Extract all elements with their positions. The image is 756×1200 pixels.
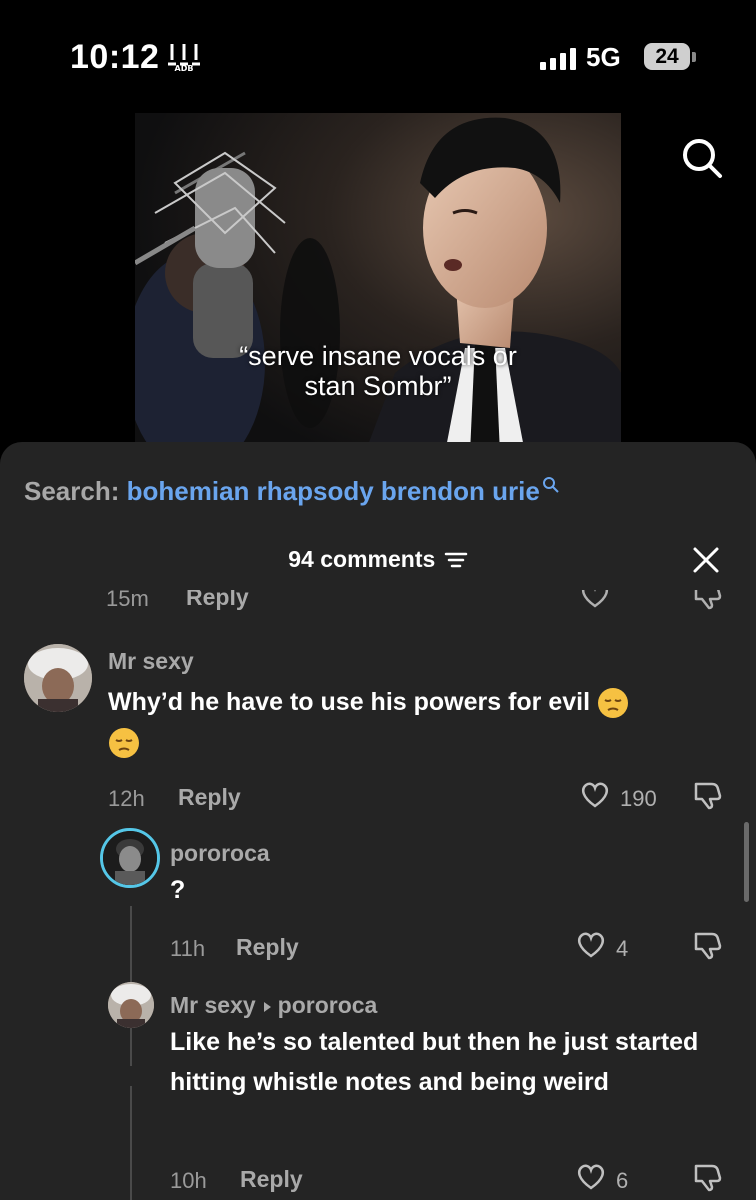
- search-icon[interactable]: [680, 136, 724, 180]
- reply-button[interactable]: Reply: [178, 784, 241, 811]
- video-player[interactable]: “serve insane vocals or stan Sombr”: [135, 113, 621, 453]
- reply-button[interactable]: Reply: [240, 1166, 303, 1193]
- search-small-icon: [542, 477, 559, 493]
- status-time: 10:12: [70, 38, 160, 76]
- reply-username-line: Mr sexy pororoca: [170, 992, 377, 1019]
- battery-tip: [692, 52, 696, 62]
- comment-time: 12h: [108, 786, 145, 811]
- comment-username[interactable]: pororoca: [170, 840, 270, 867]
- comment-time: 11h: [170, 936, 206, 961]
- caption-line-2: stan Sombr”: [304, 371, 452, 401]
- pensive-face-emoji: [109, 728, 139, 759]
- thumbs-down-icon[interactable]: [690, 590, 724, 610]
- search-label: Search:: [24, 476, 120, 506]
- scrollbar[interactable]: [744, 822, 749, 902]
- close-icon[interactable]: [692, 546, 720, 574]
- partial-reply-button[interactable]: Reply: [186, 590, 249, 611]
- comments-list[interactable]: 15m Reply Mr sexy Why’d he have to use h…: [0, 590, 756, 1200]
- comment-username[interactable]: Mr sexy: [108, 648, 194, 675]
- comments-header: 94 comments: [0, 546, 756, 582]
- heart-icon[interactable]: [574, 930, 608, 960]
- partial-comment-time: 15m: [106, 590, 149, 611]
- like-count: 4: [616, 936, 629, 961]
- avatar[interactable]: [100, 828, 160, 888]
- comment-text: ?: [170, 876, 186, 904]
- thumbs-down-icon[interactable]: [690, 780, 724, 810]
- video-caption: “serve insane vocals or stan Sombr”: [135, 341, 621, 401]
- avatar[interactable]: [108, 982, 154, 1028]
- reply-button[interactable]: Reply: [236, 934, 299, 961]
- caption-line-1: “serve insane vocals or: [239, 341, 517, 371]
- comment-text: Like he’s so talented but then he just s…: [170, 1028, 699, 1096]
- svg-text:ADB: ADB: [175, 64, 194, 72]
- search-suggestion[interactable]: Search: bohemian rhapsody brendon urie: [24, 476, 560, 507]
- filter-icon[interactable]: [444, 549, 468, 571]
- like-count: 6: [616, 1168, 629, 1193]
- comment-time: 10h: [170, 1168, 207, 1193]
- status-bar: 10:12 ADB 5G 24: [0, 0, 756, 110]
- comment-username[interactable]: Mr sexy: [170, 992, 256, 1018]
- comment-count: 94 comments: [288, 546, 436, 572]
- heart-icon[interactable]: [578, 590, 612, 610]
- network-type: 5G: [586, 42, 621, 72]
- comment-text: Why’d he have to use his powers for evil: [108, 682, 728, 762]
- heart-icon[interactable]: [578, 780, 612, 810]
- replied-to-username[interactable]: pororoca: [278, 992, 378, 1018]
- battery-icon: 24: [644, 43, 690, 70]
- video-frame: [135, 113, 621, 453]
- like-count: 190: [620, 786, 657, 811]
- avatar[interactable]: [24, 644, 92, 712]
- comment-text-body: Why’d he have to use his powers for evil: [108, 688, 591, 716]
- pensive-face-emoji: [598, 688, 629, 719]
- search-query-link[interactable]: bohemian rhapsody brendon urie: [127, 476, 540, 506]
- app-activity-icon: ADB: [168, 44, 200, 72]
- cell-signal-icon: [540, 46, 576, 70]
- thumbs-down-icon[interactable]: [690, 1162, 724, 1192]
- heart-icon[interactable]: [574, 1162, 608, 1192]
- comments-sheet: Search: bohemian rhapsody brendon urie 9…: [0, 442, 756, 1200]
- reply-arrow-icon: [263, 1001, 271, 1012]
- thread-line: [130, 1086, 132, 1200]
- thumbs-down-icon[interactable]: [690, 930, 724, 960]
- battery-level: 24: [655, 44, 679, 68]
